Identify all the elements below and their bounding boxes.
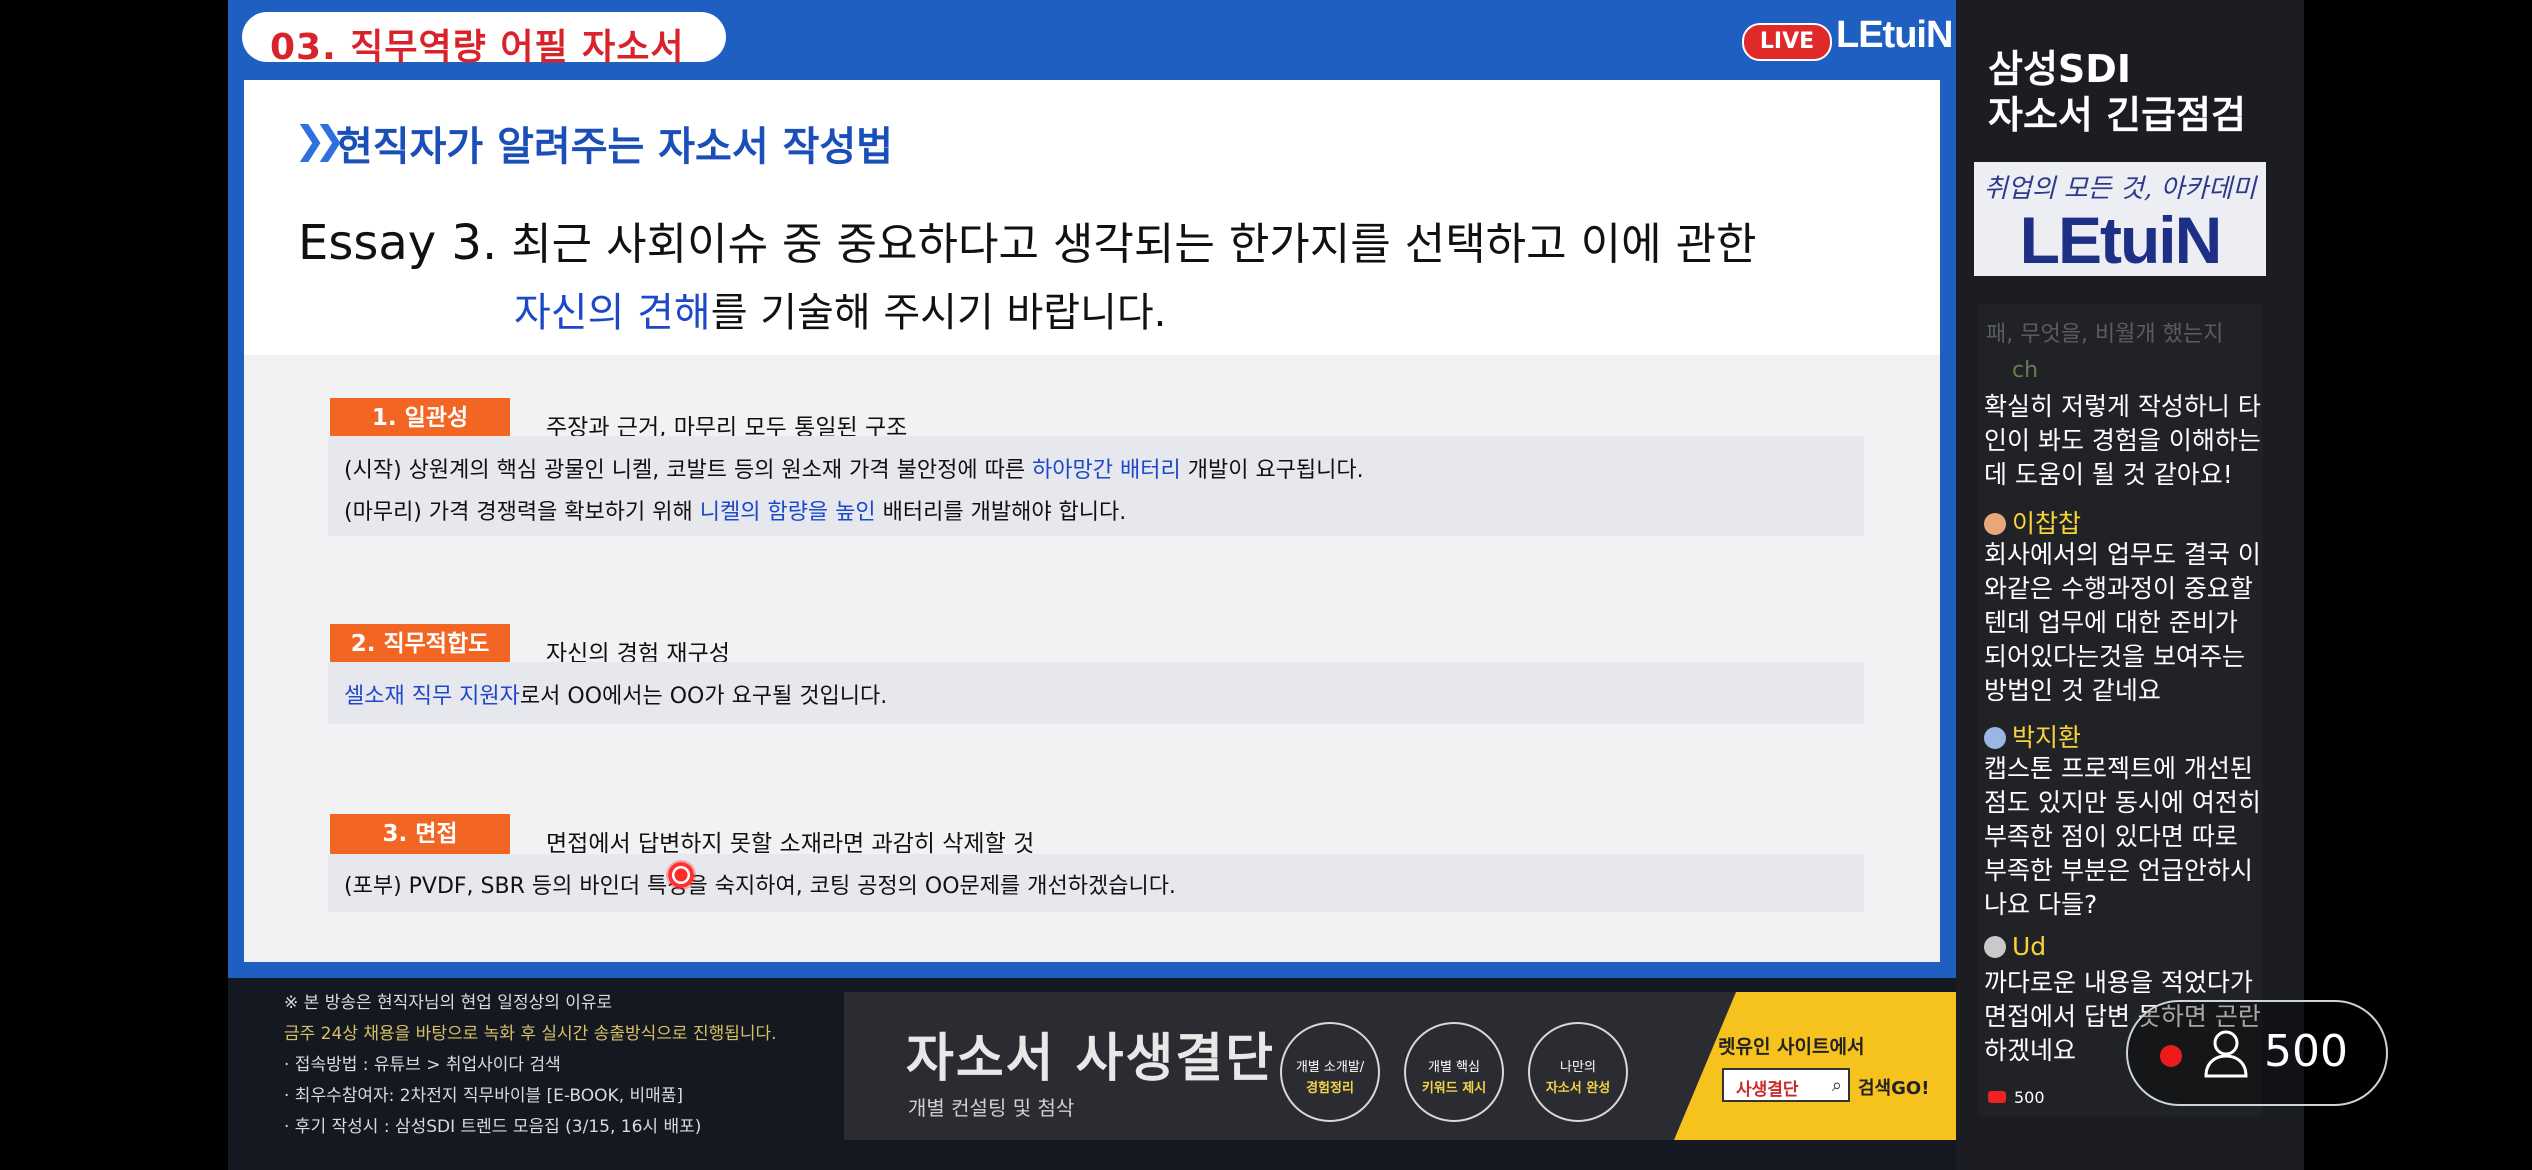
viewer-count: 500 [2264, 1026, 2348, 1077]
promo-search-box: 사생결단 ⌕ [1722, 1068, 1850, 1102]
avatar-icon [1984, 513, 2006, 535]
chat-message: 회사에서의 업무도 결국 이와같은 수행과정이 중요할텐데 업무에 대한 준비가… [1984, 540, 2261, 705]
section-example-box: (시작) 상원계의 핵심 광물인 니켈, 코발트 등의 원소재 가격 불안정에 … [328, 436, 1864, 536]
brand-logo: LEtuiN [1836, 14, 1953, 56]
live-dot-icon [2160, 1045, 2182, 1067]
promo-search-go: 검색GO! [1858, 1078, 1930, 1099]
slide-content-panel: ❯❯ 현직자가 알려주는 자소서 작성법 Essay 3. 최근 사회이슈 중 … [244, 80, 1940, 962]
sidebar-title: 삼성SDI 자소서 긴급점검 [1988, 46, 2246, 138]
person-icon [2204, 1030, 2248, 1078]
info-line: · 접속방법 : 유튜브 > 취업사이다 검색 [284, 1055, 561, 1075]
example-line: 셀소재 직무 지원자로서 OO에서는 OO가 요구될 것입니다. [344, 684, 888, 709]
bottom-info-strip: ※ 본 방송은 현직자님의 현업 일정상의 이유로 금주 24상 채용을 바탕으… [228, 978, 1956, 1170]
promo-site-text: 렛유인 사이트에서 [1718, 1036, 1865, 1058]
live-chat-panel[interactable]: 패, 무엇을, 비월개 했는지 ch 확실히 저렇게 작성하니 타인이 봐도 경… [1978, 304, 2262, 1116]
essay-highlight: 자신의 견해 [514, 290, 711, 336]
essay-prefix: Essay 3. [298, 215, 498, 271]
chat-username: Ud [1984, 932, 2046, 961]
search-icon: ⌕ [1831, 1075, 1842, 1096]
double-chevron-icon: ❯❯ [294, 118, 346, 162]
chat-message: 캡스톤 프로젝트에 개선된 점도 있지만 동시에 여전히 부족한 점이 있다면 … [1984, 754, 2261, 919]
sidebar-title-line1: 삼성SDI [1988, 47, 2131, 91]
promo-yellow-corner [1674, 992, 1956, 1140]
promo-circle: 개별 핵심 키워드 제시 [1404, 1022, 1504, 1122]
youtube-icon [1988, 1091, 2006, 1103]
chat-username: 이찹찹 [1984, 504, 2081, 540]
stream-stage: 03. 직무역량 어필 자소서 LIVE LEtuiN ❯❯ 현직자가 알려주는… [228, 0, 2304, 1170]
slide-subheading: 현직자가 알려주는 자소서 작성법 [336, 124, 893, 170]
promo-headline: 자소서 사생결단 [906, 1029, 1275, 1089]
essay-question-line2: 자신의 견해를 기술해 주시기 바랍니다. [514, 280, 1166, 338]
viewer-count-pill: 500 [2126, 1000, 2388, 1106]
example-line: (포부) PVDF, SBR 등의 바인더 특성을 숙지하여, 코팅 공정의 O… [344, 874, 1176, 899]
section-title: 03. 직무역량 어필 자소서 [270, 27, 685, 68]
essay-line2-text: 를 기술해 주시기 바랍니다. [710, 290, 1167, 336]
sidebar-title-line2: 자소서 긴급점검 [1988, 93, 2246, 137]
avatar-icon [1984, 936, 2006, 958]
essay-question-line1: Essay 3. 최근 사회이슈 중 중요하다고 생각되는 한가지를 선택하고 … [298, 208, 1757, 272]
example-line: (마무리) 가격 경쟁력을 확보하기 위해 니켈의 함량을 높인 배터리를 개발… [344, 500, 1127, 525]
info-line: ※ 본 방송은 현직자님의 현업 일정상의 이유로 [284, 993, 613, 1013]
essay-line1-text: 최근 사회이슈 중 중요하다고 생각되는 한가지를 선택하고 이에 관한 [497, 219, 1757, 270]
live-badge: LIVE [1742, 23, 1832, 61]
section-tag-consistency: 1. 일관성 [330, 398, 510, 438]
info-line: 금주 24상 채용을 바탕으로 녹화 후 실시간 송출방식으로 진행됩니다. [284, 1024, 777, 1044]
promo-search-value: 사생결단 [1736, 1080, 1799, 1100]
chat-message: 확실히 저렇게 작성하니 타인이 봐도 경험을 이해하는데 도움이 될 것 같아… [1984, 392, 2261, 489]
section-tag-job-fit: 2. 직무적합도 [330, 624, 510, 664]
section-tag-interview: 3. 면접 [330, 814, 510, 854]
section-example-box: 셀소재 직무 지원자로서 OO에서는 OO가 요구될 것입니다. [328, 662, 1864, 724]
chat-username: 박지환 [1984, 718, 2081, 754]
avatar-icon [1984, 727, 2006, 749]
presentation-slide: 03. 직무역량 어필 자소서 LIVE LEtuiN ❯❯ 현직자가 알려주는… [228, 0, 1956, 978]
info-line: · 후기 작성시 : 삼성SDI 트렌드 모음집 (3/15, 16시 배포) [284, 1117, 702, 1137]
example-line: (시작) 상원계의 핵심 광물인 니켈, 코발트 등의 원소재 가격 불안정에 … [344, 458, 1364, 483]
academy-logo: 취업의 모든 것, 아카데미 LEtuiN [1974, 162, 2266, 277]
promo-circle: 개별 소개발/경험정리 [1280, 1022, 1380, 1122]
promo-circle: 나만의 자소서 완성 [1528, 1022, 1628, 1122]
info-line: · 최우수참여자: 2차전지 직무바이블 [E-BOOK, 비매품] [284, 1086, 684, 1106]
logo-tagline: 취업의 모든 것, 아카데미 [1983, 174, 2257, 204]
section-title-pill: 03. 직무역량 어필 자소서 [242, 12, 726, 68]
logo-wordmark: LEtuiN [2019, 203, 2223, 277]
section-desc: 면접에서 답변하지 못할 소재라면 과감히 삭제할 것 [546, 831, 1035, 857]
promo-banner[interactable]: 자소서 사생결단 개별 컨설팅 및 첨삭 개별 소개발/경험정리 개별 핵심 키워… [844, 992, 1956, 1140]
chat-username: ch [2012, 358, 2039, 383]
section-example-box: (포부) PVDF, SBR 등의 바인더 특성을 숙지하여, 코팅 공정의 O… [328, 854, 1864, 912]
chat-viewer-count: 500 [1988, 1088, 2045, 1107]
chat-faded-message: 패, 무엇을, 비월개 했는지 [1986, 322, 2224, 347]
pointer-cursor-icon [666, 860, 696, 890]
broadcast-info: ※ 본 방송은 현직자님의 현업 일정상의 이유로 금주 24상 채용을 바탕으… [284, 988, 777, 1143]
promo-subtext: 개별 컨설팅 및 첨삭 [908, 1096, 1075, 1120]
